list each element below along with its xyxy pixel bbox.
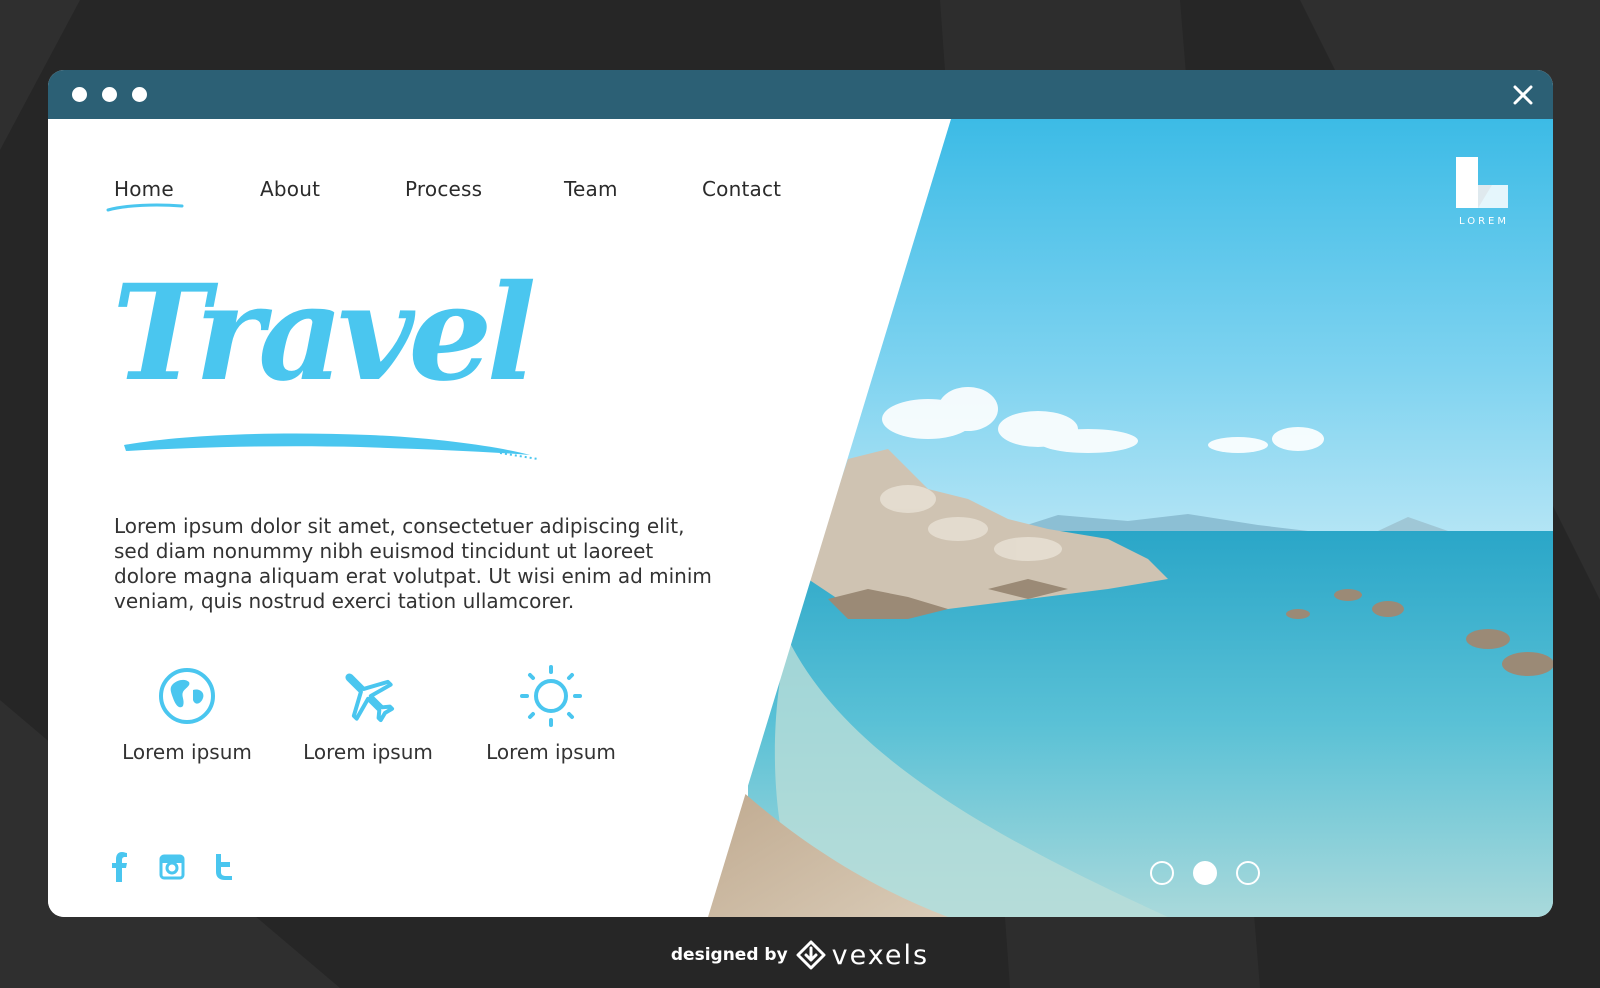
feature-item: Lorem ipsum [112, 664, 262, 774]
nav-item-contact[interactable]: Contact [702, 177, 781, 201]
feature-label: Lorem ipsum [303, 740, 433, 764]
feature-item: Lorem ipsum [476, 664, 626, 774]
window-dot[interactable] [72, 87, 87, 102]
active-nav-underline [106, 203, 184, 212]
nav-item-team[interactable]: Team [564, 177, 618, 201]
title-brush-underline [124, 433, 539, 460]
landing-page: Home About Process Team Contact LOREM Tr… [48, 119, 1553, 917]
browser-window: Home About Process Team Contact LOREM Tr… [48, 70, 1553, 917]
nav-item-process[interactable]: Process [405, 177, 482, 201]
hero-title: Travel [112, 256, 537, 411]
airplane-icon [345, 673, 395, 723]
window-titlebar [48, 70, 1553, 119]
window-dot[interactable] [132, 87, 147, 102]
feature-label: Lorem ipsum [122, 740, 252, 764]
instagram-icon[interactable] [158, 852, 186, 882]
hero-description: Lorem ipsum dolor sit amet, consectetuer… [114, 514, 712, 613]
globe-icon [159, 668, 215, 724]
window-dot[interactable] [102, 87, 117, 102]
twitter-icon[interactable] [210, 852, 238, 882]
sun-icon [520, 665, 582, 727]
vexels-logo-icon [796, 940, 826, 970]
carousel-dot[interactable] [1236, 861, 1260, 885]
main-nav: Home About Process Team Contact [48, 119, 948, 239]
credit-brand: vexels [831, 939, 930, 971]
brand-logo-text: LOREM [1459, 216, 1509, 227]
designer-credit: designed by vexels [0, 937, 1600, 973]
facebook-icon[interactable] [106, 852, 134, 882]
credit-prefix: designed by [670, 945, 788, 965]
feature-item: Lorem ipsum [293, 664, 443, 774]
carousel-dot-active[interactable] [1193, 861, 1217, 885]
close-icon[interactable] [1511, 83, 1535, 107]
feature-label: Lorem ipsum [486, 740, 616, 764]
carousel-dot[interactable] [1150, 861, 1174, 885]
nav-item-about[interactable]: About [260, 177, 320, 201]
nav-item-home[interactable]: Home [114, 177, 174, 201]
